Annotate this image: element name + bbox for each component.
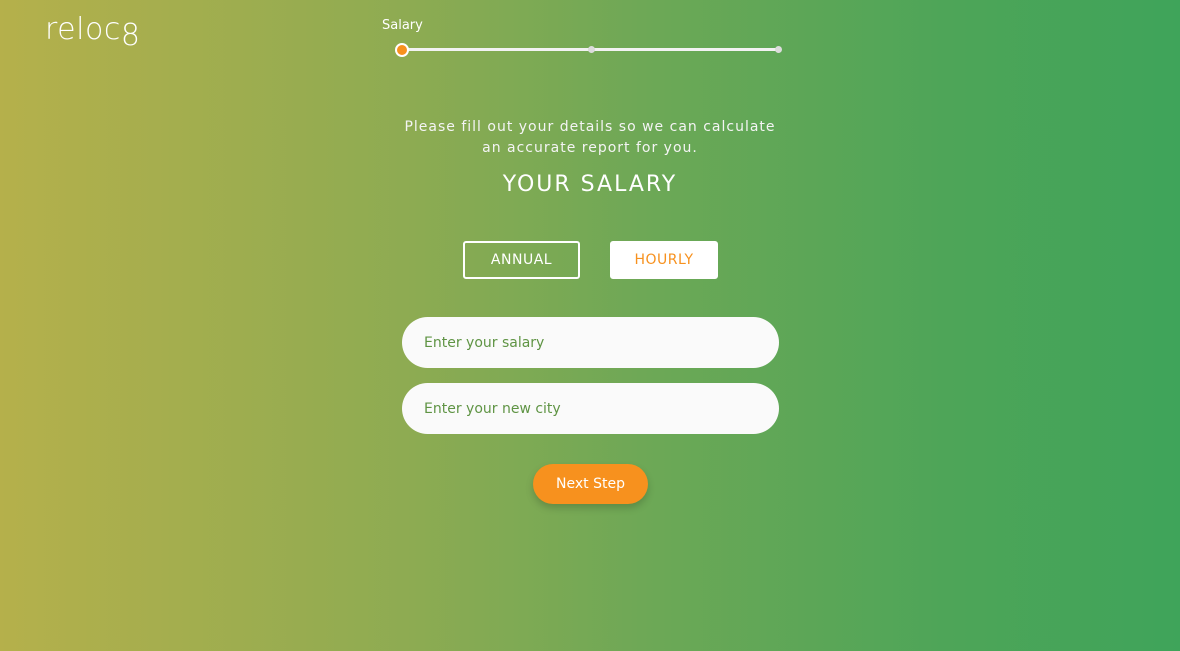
page-title: YOUR SALARY (502, 172, 678, 197)
progress-step-label: Salary (382, 18, 423, 33)
progress-dot-step-3 (775, 46, 782, 53)
progress-dot-step-1 (395, 43, 409, 57)
step-progress: Salary (380, 16, 790, 66)
intro-line-2: an accurate report for you. (482, 140, 698, 156)
relocate-logo[interactable]: reloc8 (45, 12, 140, 53)
logo-eight: 8 (120, 18, 141, 53)
logo-text: reloc (45, 12, 121, 47)
next-step-button[interactable]: Next Step (533, 464, 648, 504)
progress-dot-step-2 (588, 46, 595, 53)
city-input[interactable] (422, 399, 756, 418)
salary-input[interactable] (422, 333, 756, 352)
hourly-toggle-button[interactable]: HOURLY (610, 241, 718, 279)
salary-field[interactable] (402, 317, 779, 368)
intro-line-1: Please fill out your details so we can c… (404, 119, 776, 135)
annual-toggle-button[interactable]: ANNUAL (463, 241, 580, 279)
intro-text: Please fill out your details so we can c… (390, 117, 790, 159)
city-field[interactable] (402, 383, 779, 434)
